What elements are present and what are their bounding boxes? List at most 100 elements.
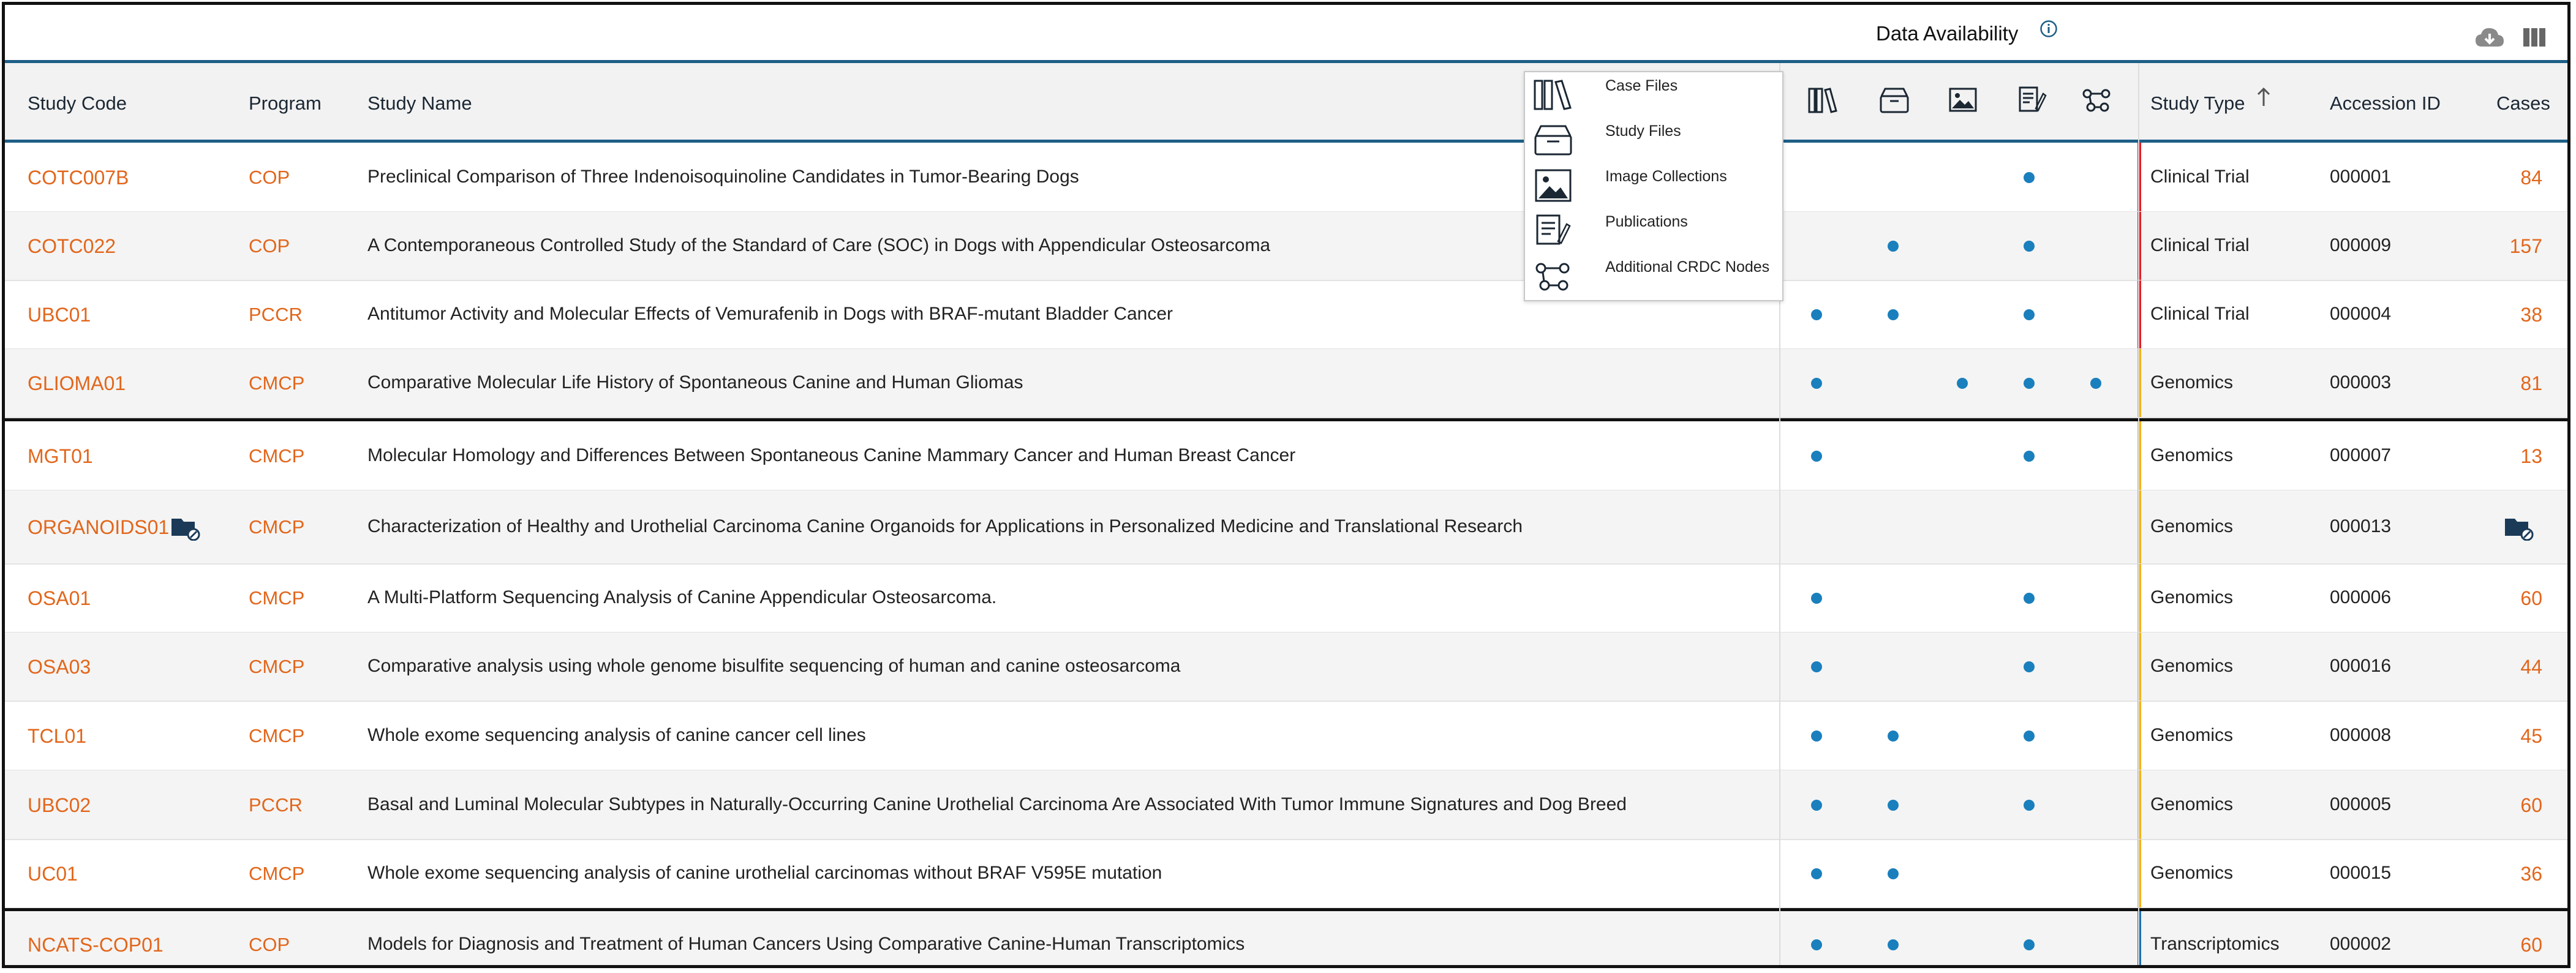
study-type: Genomics — [2150, 372, 2234, 393]
study-code-link[interactable]: UBC01 — [28, 304, 91, 326]
program-link[interactable]: CMCP — [249, 372, 304, 394]
cases-count-link[interactable]: 60 — [2506, 934, 2542, 956]
program-link[interactable]: CMCP — [249, 445, 304, 467]
study-name: A Contemporaneous Controlled Study of th… — [367, 235, 1271, 255]
program-link[interactable]: COP — [249, 934, 290, 956]
legend-label: Publications — [1605, 213, 1688, 230]
table-row[interactable]: TCL01 CMCP Whole exome sequencing analysis… — [5, 701, 2567, 770]
case-files-icon[interactable] — [1807, 85, 1840, 115]
availability-dot — [1888, 730, 1899, 742]
program-link[interactable]: CMCP — [249, 656, 304, 678]
study-files-icon[interactable] — [1878, 85, 1911, 115]
accession-id: 000013 — [2330, 516, 2392, 536]
study-code-link[interactable]: COTC007B — [28, 167, 129, 189]
study-code-link[interactable]: ORGANOIDS01 — [28, 516, 169, 539]
program-link[interactable]: PCCR — [249, 304, 303, 326]
publications-icon[interactable] — [2015, 85, 2048, 115]
availability-dot — [1811, 868, 1822, 879]
cases-count-link[interactable]: 45 — [2506, 725, 2542, 748]
table-row[interactable]: COTC022 COP A Contemporaneous Controlled S… — [5, 212, 2567, 280]
table-row[interactable]: COTC007B COP Preclinical Comparison of Thr… — [5, 143, 2567, 212]
availability-dot — [2024, 450, 2035, 462]
legend-label: Case Files — [1605, 77, 1678, 94]
availability-dot — [2024, 309, 2035, 320]
table-row[interactable]: UBC02 PCCR Basal and Luminal Molecular Sub… — [5, 770, 2567, 840]
table-header-row: Study Code Program Study Name Study Type… — [5, 63, 2567, 143]
program-link[interactable]: COP — [249, 167, 290, 189]
legend-item-study-files: Study Files — [1525, 118, 1782, 163]
table-row[interactable]: OSA03 CMCP Comparative analysis using whol… — [5, 633, 2567, 701]
availability-dot — [1811, 799, 1822, 811]
table-row[interactable]: GLIOMA01 CMCP Comparative Molecular Life H… — [5, 349, 2567, 418]
availability-dot — [1888, 868, 1899, 879]
accession-id: 000008 — [2330, 724, 2392, 745]
column-header-study-name[interactable]: Study Name — [367, 92, 472, 115]
study-code-link[interactable]: OSA01 — [28, 587, 91, 610]
study-code-link[interactable]: MGT01 — [28, 445, 93, 468]
program-link[interactable]: CMCP — [249, 587, 304, 609]
program-link[interactable]: COP — [249, 235, 290, 257]
accession-id: 000015 — [2330, 863, 2392, 883]
column-header-accession-id[interactable]: Accession ID — [2330, 92, 2441, 115]
program-link[interactable]: CMCP — [249, 516, 304, 538]
study-code-link[interactable]: NCATS-COP01 — [28, 934, 164, 956]
additional-crdc-nodes-icon[interactable] — [2080, 85, 2113, 115]
study-name: Antitumor Activity and Molecular Effects… — [367, 304, 1173, 324]
study-code-link[interactable]: UC01 — [28, 863, 78, 885]
cases-count-link[interactable]: 60 — [2506, 587, 2542, 610]
accession-id: 000005 — [2330, 794, 2392, 814]
study-type: Genomics — [2150, 863, 2234, 883]
cases-count-link[interactable]: 81 — [2506, 372, 2542, 395]
study-name: Basal and Luminal Molecular Subtypes in … — [367, 794, 1627, 814]
table-row[interactable]: UBC01 PCCR Antitumor Activity and Molecula… — [5, 280, 2567, 349]
table-row[interactable]: NCATS-COP01 COP Models for Diagnosis and T… — [5, 911, 2567, 965]
study-type: Clinical Trial — [2150, 166, 2250, 187]
cases-count-link[interactable]: 36 — [2506, 863, 2542, 885]
availability-dot — [1811, 593, 1822, 604]
sort-ascending-icon[interactable] — [2256, 86, 2272, 107]
program-link[interactable]: PCCR — [249, 794, 303, 816]
study-code-link[interactable]: COTC022 — [28, 235, 116, 258]
cases-count-link[interactable]: 60 — [2506, 794, 2542, 817]
column-separator — [2138, 63, 2139, 965]
table-row[interactable]: OSA01 CMCP A Multi-Platform Sequencing Ana… — [5, 564, 2567, 633]
cases-count-link[interactable]: 44 — [2506, 656, 2542, 678]
accession-id: 000009 — [2330, 235, 2392, 255]
cases-count-link[interactable]: 38 — [2506, 304, 2542, 326]
legend-label: Image Collections — [1605, 168, 1727, 185]
availability-dot — [1888, 309, 1899, 320]
legend-label: Additional CRDC Nodes — [1605, 258, 1770, 276]
table-row[interactable]: UC01 CMCP Whole exome sequencing analysis … — [5, 840, 2567, 908]
column-header-program[interactable]: Program — [249, 92, 322, 115]
study-code-link[interactable]: GLIOMA01 — [28, 372, 126, 395]
availability-dot — [1811, 309, 1822, 320]
group-divider — [5, 418, 2567, 421]
study-type: Genomics — [2150, 656, 2234, 676]
availability-dot — [1811, 450, 1822, 462]
availability-dot — [1811, 730, 1822, 742]
study-code-link[interactable]: TCL01 — [28, 725, 86, 748]
cases-count-link[interactable]: 84 — [2506, 167, 2542, 189]
study-code-link[interactable]: UBC02 — [28, 794, 91, 817]
table-toolbar: Data Availability — [5, 5, 2567, 63]
download-cloud-icon[interactable] — [2474, 26, 2505, 49]
availability-dot — [1888, 799, 1899, 811]
column-header-study-type[interactable]: Study Type — [2150, 92, 2245, 115]
columns-icon[interactable] — [2523, 28, 2545, 47]
study-code-link[interactable]: OSA03 — [28, 656, 91, 678]
availability-dot — [2024, 593, 2035, 604]
table-row[interactable]: MGT01 CMCP Molecular Homology and Differen… — [5, 421, 2567, 490]
program-link[interactable]: CMCP — [249, 863, 304, 885]
image-collections-icon — [1535, 169, 1572, 202]
cases-count-link[interactable]: 13 — [2506, 445, 2542, 468]
cases-count-link[interactable]: 157 — [2506, 235, 2542, 258]
study-name: Whole exome sequencing analysis of canin… — [367, 724, 866, 745]
info-icon[interactable] — [2039, 20, 2058, 38]
legend-label: Study Files — [1605, 122, 1681, 140]
column-header-study-code[interactable]: Study Code — [28, 92, 127, 115]
study-name: Comparative Molecular Life History of Sp… — [367, 372, 1023, 393]
image-collections-icon[interactable] — [1946, 85, 1979, 115]
column-header-cases[interactable]: Cases — [2496, 92, 2550, 115]
table-row[interactable]: ORGANOIDS01 CMCP Characterization of Healt… — [5, 490, 2567, 564]
program-link[interactable]: CMCP — [249, 725, 304, 747]
